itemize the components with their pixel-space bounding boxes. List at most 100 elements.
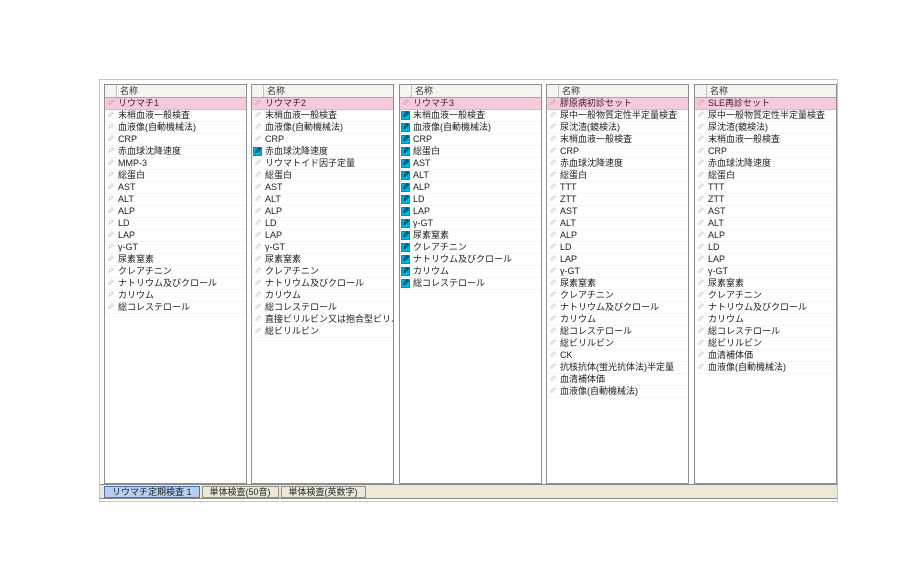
- test-item-row[interactable]: γ-GT: [252, 242, 393, 254]
- test-item-row[interactable]: 総ビリルビン: [547, 338, 688, 350]
- test-item-row[interactable]: CRP: [252, 134, 393, 146]
- test-item-row[interactable]: ALT: [252, 194, 393, 206]
- test-item-row[interactable]: γ-GT: [695, 266, 836, 278]
- test-item-row[interactable]: AST: [695, 206, 836, 218]
- test-item-row[interactable]: カリウム: [547, 314, 688, 326]
- tab-2[interactable]: 単体検査(英数字): [281, 486, 366, 498]
- test-item-row[interactable]: 総蛋白: [400, 146, 541, 158]
- test-item-row[interactable]: 血液像(自動機械法): [252, 122, 393, 134]
- test-item-row[interactable]: LD: [400, 194, 541, 206]
- test-item-row[interactable]: 赤血球沈降速度: [252, 146, 393, 158]
- test-item-row[interactable]: AST: [547, 206, 688, 218]
- test-item-row[interactable]: 総コレステロール: [547, 326, 688, 338]
- test-item-row[interactable]: LAP: [547, 254, 688, 266]
- test-item-row[interactable]: 末梢血液一般検査: [252, 110, 393, 122]
- test-item-row[interactable]: TTT: [695, 182, 836, 194]
- test-item-row[interactable]: MMP-3: [105, 158, 246, 170]
- test-item-row[interactable]: ALP: [400, 182, 541, 194]
- test-item-row[interactable]: 血液像(自動機械法): [105, 122, 246, 134]
- test-item-row[interactable]: γ-GT: [105, 242, 246, 254]
- test-set-title-row[interactable]: リウマチ2: [252, 98, 393, 110]
- test-item-row[interactable]: カリウム: [105, 290, 246, 302]
- test-item-row[interactable]: クレアチニン: [105, 266, 246, 278]
- test-item-row[interactable]: カリウム: [252, 290, 393, 302]
- test-item-row[interactable]: 抗核抗体(蛍光抗体法)半定量: [547, 362, 688, 374]
- test-item-row[interactable]: ナトリウム及びクロール: [695, 302, 836, 314]
- test-item-row[interactable]: ALP: [105, 206, 246, 218]
- test-item-row[interactable]: 尿中一般物質定性半定量検査: [547, 110, 688, 122]
- test-item-row[interactable]: 総蛋白: [547, 170, 688, 182]
- test-item-row[interactable]: CRP: [105, 134, 246, 146]
- test-item-row[interactable]: 赤血球沈降速度: [695, 158, 836, 170]
- test-item-row[interactable]: 血液像(自動機械法): [547, 386, 688, 398]
- test-item-row[interactable]: 血液像(自動機械法): [400, 122, 541, 134]
- test-item-row[interactable]: 総コレステロール: [252, 302, 393, 314]
- test-item-row[interactable]: ALT: [400, 170, 541, 182]
- test-item-row[interactable]: CRP: [400, 134, 541, 146]
- test-item-row[interactable]: ZTT: [695, 194, 836, 206]
- test-item-row[interactable]: 末梢血液一般検査: [105, 110, 246, 122]
- test-item-row[interactable]: LD: [695, 242, 836, 254]
- test-item-row[interactable]: 直接ビリルビン又は抱合型ビリルビン: [252, 314, 393, 326]
- test-item-row[interactable]: ALT: [547, 218, 688, 230]
- test-item-row[interactable]: 血液像(自動機械法): [695, 362, 836, 374]
- tab-1[interactable]: 単体検査(50音): [202, 486, 279, 498]
- test-item-row[interactable]: リウマトイド因子定量: [252, 158, 393, 170]
- test-item-row[interactable]: γ-GT: [547, 266, 688, 278]
- test-item-row[interactable]: ALT: [695, 218, 836, 230]
- test-item-row[interactable]: ナトリウム及びクロール: [547, 302, 688, 314]
- test-item-row[interactable]: ナトリウム及びクロール: [400, 254, 541, 266]
- test-item-row[interactable]: カリウム: [400, 266, 541, 278]
- test-item-row[interactable]: γ-GT: [400, 218, 541, 230]
- test-item-row[interactable]: AST: [105, 182, 246, 194]
- test-item-row[interactable]: 血清補体価: [547, 374, 688, 386]
- test-item-row[interactable]: 総蛋白: [252, 170, 393, 182]
- test-set-title-row[interactable]: リウマチ1: [105, 98, 246, 110]
- test-set-title-row[interactable]: リウマチ3: [400, 98, 541, 110]
- test-item-row[interactable]: 尿素窒素: [695, 278, 836, 290]
- test-item-row[interactable]: 末梢血液一般検査: [695, 134, 836, 146]
- test-item-row[interactable]: 尿素窒素: [400, 230, 541, 242]
- test-item-row[interactable]: クレアチニン: [252, 266, 393, 278]
- test-item-row[interactable]: LD: [252, 218, 393, 230]
- test-item-row[interactable]: TTT: [547, 182, 688, 194]
- test-item-row[interactable]: CRP: [547, 146, 688, 158]
- test-item-row[interactable]: 総コレステロール: [400, 278, 541, 290]
- test-item-row[interactable]: 尿素窒素: [547, 278, 688, 290]
- test-item-row[interactable]: ALP: [547, 230, 688, 242]
- test-item-row[interactable]: 末梢血液一般検査: [400, 110, 541, 122]
- test-item-row[interactable]: クレアチニン: [547, 290, 688, 302]
- test-item-row[interactable]: ALP: [252, 206, 393, 218]
- test-item-row[interactable]: ナトリウム及びクロール: [105, 278, 246, 290]
- test-item-row[interactable]: 赤血球沈降速度: [105, 146, 246, 158]
- test-item-row[interactable]: 赤血球沈降速度: [547, 158, 688, 170]
- test-item-row[interactable]: LAP: [252, 230, 393, 242]
- test-item-row[interactable]: 総ビリルビン: [695, 338, 836, 350]
- test-item-row[interactable]: LD: [105, 218, 246, 230]
- test-item-row[interactable]: CK: [547, 350, 688, 362]
- test-item-row[interactable]: 総ビリルビン: [252, 326, 393, 338]
- test-item-row[interactable]: AST: [252, 182, 393, 194]
- test-item-row[interactable]: ナトリウム及びクロール: [252, 278, 393, 290]
- test-item-row[interactable]: クレアチニン: [695, 290, 836, 302]
- test-item-row[interactable]: 尿中一般物質定性半定量検査: [695, 110, 836, 122]
- test-item-row[interactable]: 総コレステロール: [105, 302, 246, 314]
- test-item-row[interactable]: 尿沈渣(鏡検法): [547, 122, 688, 134]
- test-item-row[interactable]: 尿沈渣(鏡検法): [695, 122, 836, 134]
- test-item-row[interactable]: カリウム: [695, 314, 836, 326]
- test-item-row[interactable]: LAP: [400, 206, 541, 218]
- test-item-row[interactable]: LAP: [105, 230, 246, 242]
- tab-0-active[interactable]: リウマチ定期検査 1: [104, 486, 200, 498]
- test-item-row[interactable]: 総コレステロール: [695, 326, 836, 338]
- test-item-row[interactable]: LAP: [695, 254, 836, 266]
- test-item-row[interactable]: 血清補体価: [695, 350, 836, 362]
- test-item-row[interactable]: CRP: [695, 146, 836, 158]
- test-set-title-row[interactable]: SLE再診セット: [695, 98, 836, 110]
- test-item-row[interactable]: 末梢血液一般検査: [547, 134, 688, 146]
- test-item-row[interactable]: クレアチニン: [400, 242, 541, 254]
- test-item-row[interactable]: ALP: [695, 230, 836, 242]
- test-item-row[interactable]: LD: [547, 242, 688, 254]
- test-item-row[interactable]: 尿素窒素: [105, 254, 246, 266]
- test-item-row[interactable]: ZTT: [547, 194, 688, 206]
- test-item-row[interactable]: 総蛋白: [695, 170, 836, 182]
